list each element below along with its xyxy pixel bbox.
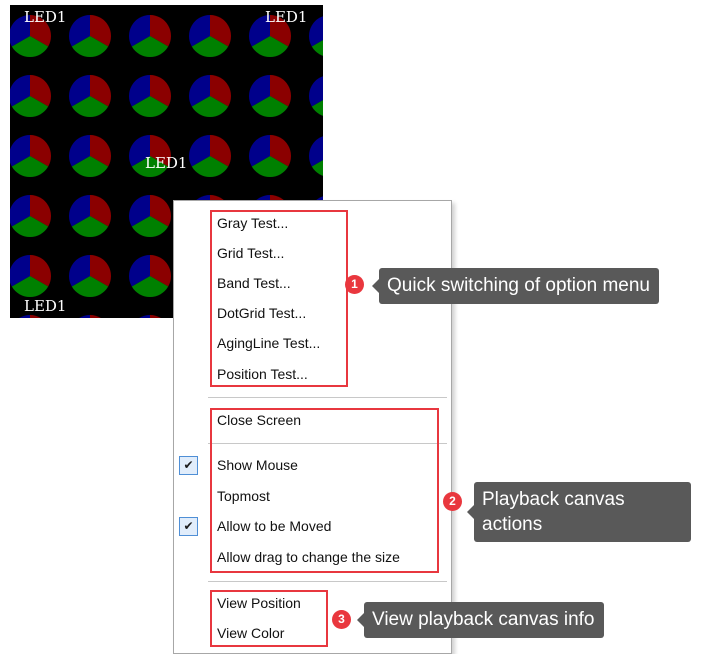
highlight-box-canvas-info bbox=[210, 590, 328, 647]
callout-canvas-actions: Playback canvas actions bbox=[467, 482, 691, 542]
menu-separator bbox=[208, 397, 447, 399]
menu-separator bbox=[208, 581, 447, 583]
led-label-center: LED1 bbox=[145, 154, 188, 172]
led-subpixel bbox=[19, 315, 30, 318]
callout-canvas-actions-text: Playback canvas actions bbox=[482, 489, 625, 535]
highlight-box-canvas-actions bbox=[210, 408, 439, 573]
led-subpixel bbox=[139, 315, 150, 318]
callout-number-badge: 1 bbox=[345, 275, 364, 294]
callout-canvas-info: View playback canvas info bbox=[357, 602, 604, 638]
callout-number-badge: 2 bbox=[443, 492, 462, 511]
led-subpixel bbox=[79, 315, 90, 318]
led-label-top-right: LED1 bbox=[265, 8, 308, 26]
callout-option-menu: Quick switching of option menu bbox=[372, 268, 659, 304]
led-subpixel bbox=[150, 315, 161, 318]
led-label-top-left: LED1 bbox=[24, 8, 67, 26]
led-subpixel bbox=[90, 315, 101, 318]
led-label-bottom-left: LED1 bbox=[24, 297, 67, 315]
led-subpixel bbox=[30, 315, 41, 318]
callout-number-badge: 3 bbox=[332, 610, 351, 629]
show-mouse-check-icon: ✔ bbox=[179, 456, 198, 475]
allow-moved-check-icon: ✔ bbox=[179, 517, 198, 536]
highlight-box-test-options bbox=[210, 210, 348, 387]
